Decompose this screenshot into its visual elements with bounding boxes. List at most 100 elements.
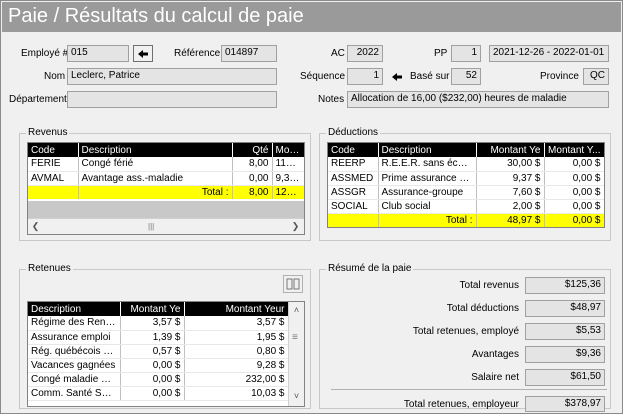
cell-description: Congé maladie ga... bbox=[28, 372, 121, 387]
cell-code: REERP bbox=[328, 157, 379, 172]
revenus-grid[interactable]: Code Description Qté Mon... FERIE Congé … bbox=[27, 142, 305, 235]
column-header[interactable]: Qté bbox=[232, 143, 273, 157]
cell-amount-yeur: 1,95 $ bbox=[184, 330, 289, 345]
table-row[interactable]: Comm. Santé Séc... 0,00 $ 10,03 $ bbox=[28, 386, 289, 401]
period-field[interactable]: 2021-12-26 - 2022-01-01 bbox=[489, 45, 609, 62]
revenus-total-row: Total : 8,00 125,... bbox=[28, 185, 304, 199]
scroll-thumb-grip-icon[interactable]: ||| bbox=[148, 222, 154, 231]
cell-amount-ye: 7,60 $ bbox=[476, 185, 545, 200]
cell-qty: 8,00 bbox=[232, 157, 273, 172]
notes-label: Notes bbox=[318, 94, 345, 105]
column-header[interactable]: Code bbox=[328, 143, 379, 157]
cell-amount: 9,36 $ bbox=[272, 171, 304, 186]
column-header[interactable]: Code bbox=[28, 143, 79, 157]
cell-amount-ye: 2,00 $ bbox=[476, 199, 545, 214]
column-header[interactable]: Montant Ye bbox=[476, 143, 545, 157]
deductions-header-row: Code Description Montant Ye Montant Y... bbox=[328, 143, 604, 157]
department-field[interactable] bbox=[67, 91, 277, 108]
name-field[interactable]: Leclerc, Patrice bbox=[67, 68, 277, 85]
table-row[interactable]: ASSGR Assurance-groupe 7,60 $ 0,00 $ bbox=[328, 185, 604, 200]
table-row[interactable]: ASSMED Prime assurance m... 9,37 $ 0,00 … bbox=[328, 171, 604, 186]
column-header[interactable]: Description bbox=[28, 302, 121, 316]
cell-code: FERIE bbox=[28, 157, 79, 172]
scroll-right-icon[interactable]: ❯ bbox=[288, 219, 303, 234]
salaire-net-value: $61,50 bbox=[525, 369, 605, 386]
pp-label: PP bbox=[434, 48, 448, 59]
revenus-hscrollbar[interactable]: ❮ ||| ❯ bbox=[28, 218, 304, 234]
province-field[interactable]: QC bbox=[583, 68, 609, 85]
total-amount-ye: 48,97 $ bbox=[476, 213, 545, 227]
cell-description: Assurance emploi bbox=[28, 330, 121, 345]
table-row[interactable]: Régime des Rent... 3,57 $ 3,57 $ bbox=[28, 316, 289, 331]
payroll-results-window: Paie / Résultats du calcul de paie Emplo… bbox=[0, 0, 623, 414]
column-header[interactable]: Mon... bbox=[272, 143, 304, 157]
cell-description: Rég. québécois d... bbox=[28, 344, 121, 359]
title-bar: Paie / Résultats du calcul de paie bbox=[2, 2, 621, 32]
cell-code: SOCIAL bbox=[328, 199, 379, 214]
table-row[interactable]: Rég. québécois d... 0,57 $ 0,80 $ bbox=[28, 344, 289, 359]
retenues-vscrollbar[interactable]: ˄ ≡ ˅ bbox=[288, 302, 304, 406]
columns-icon bbox=[286, 278, 300, 290]
cell-description: Avantage ass.-maladie bbox=[78, 171, 233, 186]
sequence-label: Séquence bbox=[300, 71, 346, 82]
deductions-grid[interactable]: Code Description Montant Ye Montant Y...… bbox=[327, 142, 605, 228]
cell-amount-ye: 0,00 $ bbox=[120, 372, 185, 387]
column-header[interactable]: Montant Ye bbox=[120, 302, 185, 316]
cell-amount-yeur: 0,80 $ bbox=[184, 344, 289, 359]
reference-label: Référence bbox=[174, 48, 221, 59]
cell-amount-ye: 9,37 $ bbox=[476, 171, 545, 186]
total-label: Total : bbox=[78, 185, 233, 199]
table-row[interactable]: Congé maladie ga... 0,00 $ 232,00 $ bbox=[28, 372, 289, 387]
cell-amount-ye: 0,57 $ bbox=[120, 344, 185, 359]
name-label: Nom bbox=[44, 71, 66, 82]
select-employee-button[interactable] bbox=[133, 45, 153, 62]
cell-amount-yeur: 9,28 $ bbox=[184, 358, 289, 373]
cell-description: R.E.E.R. sans écon... bbox=[378, 157, 477, 172]
employee-number-field[interactable]: 015 bbox=[67, 45, 129, 62]
retenues-grid[interactable]: Description Montant Ye Montant Yeur Régi… bbox=[27, 301, 305, 407]
ac-field[interactable]: 2022 bbox=[347, 45, 383, 62]
cell-amount-yeur: 3,57 $ bbox=[184, 316, 289, 331]
total-qty: 8,00 bbox=[232, 185, 273, 199]
sequence-prev-button[interactable] bbox=[387, 68, 407, 85]
scroll-up-icon[interactable]: ˄ bbox=[289, 302, 304, 317]
scroll-thumb-grip-icon[interactable]: ≡ bbox=[292, 332, 298, 343]
cell-amount-y: 0,00 $ bbox=[544, 171, 604, 186]
scroll-left-icon[interactable]: ❮ bbox=[28, 219, 43, 234]
summary-divider bbox=[331, 389, 607, 390]
columns-settings-button[interactable] bbox=[283, 275, 303, 293]
scroll-down-icon[interactable]: ˅ bbox=[289, 388, 304, 403]
base-sur-field[interactable]: 52 bbox=[451, 68, 481, 85]
total-amount-y: 0,00 $ bbox=[544, 213, 604, 227]
notes-field[interactable]: Allocation de 16,00 ($232,00) heures de … bbox=[347, 91, 609, 108]
table-row[interactable]: Vacances gagnées 0,00 $ 9,28 $ bbox=[28, 358, 289, 373]
table-row[interactable]: Assurance emploi 1,39 $ 1,95 $ bbox=[28, 330, 289, 345]
province-label: Province bbox=[540, 71, 579, 82]
cell-amount-yeur: 232,00 $ bbox=[184, 372, 289, 387]
cell-code: AVMAL bbox=[28, 171, 79, 186]
table-row[interactable]: REERP R.E.E.R. sans écon... 30,00 $ 0,00… bbox=[328, 157, 604, 172]
cell-amount-y: 0,00 $ bbox=[544, 157, 604, 172]
cell-description: Comm. Santé Séc... bbox=[28, 386, 121, 401]
reference-field[interactable]: 014897 bbox=[221, 45, 277, 62]
total-amount: 125,... bbox=[272, 185, 304, 199]
cell-description: Congé férié bbox=[78, 157, 233, 172]
column-header[interactable]: Description bbox=[78, 143, 233, 157]
cell-amount-ye: 3,57 $ bbox=[120, 316, 185, 331]
column-header[interactable]: Montant Y... bbox=[544, 143, 604, 157]
column-header[interactable]: Montant Yeur bbox=[184, 302, 289, 316]
cell-qty: 0,00 bbox=[232, 171, 273, 186]
cell-amount: 116,... bbox=[272, 157, 304, 172]
deductions-title: Déductions bbox=[326, 127, 381, 138]
cell-code: ASSGR bbox=[328, 185, 379, 200]
retenues-title: Retenues bbox=[26, 263, 73, 274]
sequence-field[interactable]: 1 bbox=[347, 68, 383, 85]
total-revenus-value: $125,36 bbox=[525, 277, 605, 294]
column-header[interactable]: Description bbox=[378, 143, 477, 157]
table-row[interactable]: AVMAL Avantage ass.-maladie 0,00 9,36 $ bbox=[28, 171, 304, 186]
table-row[interactable]: FERIE Congé férié 8,00 116,... bbox=[28, 157, 304, 172]
total-deductions-value: $48,97 bbox=[525, 300, 605, 317]
table-row[interactable]: SOCIAL Club social 2,00 $ 0,00 $ bbox=[328, 199, 604, 214]
pp-field[interactable]: 1 bbox=[451, 45, 481, 62]
cell-amount-yeur: 10,03 $ bbox=[184, 386, 289, 401]
